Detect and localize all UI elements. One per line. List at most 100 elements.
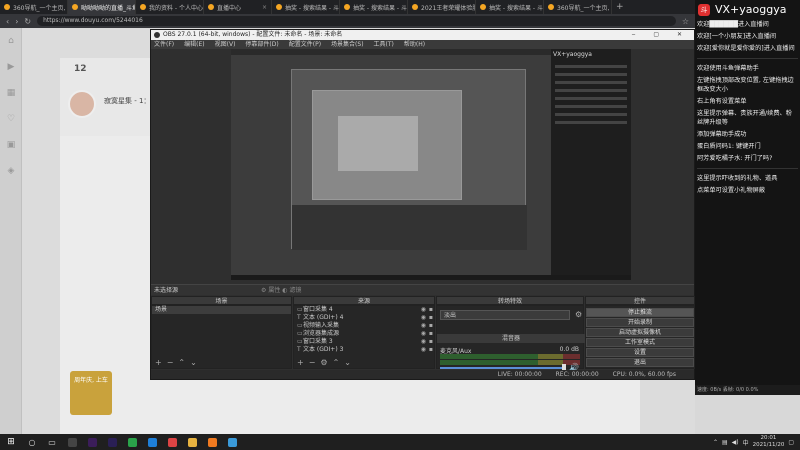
back-icon[interactable]: ‹: [6, 17, 9, 26]
star-icon[interactable]: ☆: [682, 17, 689, 26]
source-item[interactable]: ▭窗口采集 3 ◉ ▪: [294, 338, 434, 346]
forward-icon[interactable]: ›: [15, 17, 18, 26]
chevron-up-icon[interactable]: ⌃: [713, 439, 718, 446]
menu-item[interactable]: 文件(F): [154, 40, 174, 49]
folder-icon[interactable]: [184, 436, 200, 448]
avatar[interactable]: [68, 90, 96, 118]
transitions-dock: 淡出 ⚙ 混音器 麦克风/Aux 0.0 dB 🔊: [436, 305, 585, 372]
source-item[interactable]: ▭视频输入采集 ◉ ▪: [294, 322, 434, 330]
aftereffects-icon[interactable]: [104, 436, 120, 448]
promo-banner[interactable]: 周年庆, 上车: [70, 371, 112, 415]
clock[interactable]: 20:01 2021/11/20: [753, 435, 785, 449]
lock-icon[interactable]: ▪: [429, 330, 433, 338]
filters-button[interactable]: 滤镜: [289, 287, 301, 294]
menu-item[interactable]: 配置文件(P): [289, 40, 321, 49]
gear-icon[interactable]: ⚙: [575, 310, 582, 319]
douyu-logo-icon: 斗: [698, 4, 710, 16]
premiere-icon[interactable]: [84, 436, 100, 448]
properties-button[interactable]: 属性: [268, 287, 280, 294]
browser-tab[interactable]: 360导航_一个主页, 整个×: [544, 0, 612, 14]
menu-item[interactable]: 停靠部件(D): [245, 40, 278, 49]
eye-icon[interactable]: ◉: [421, 314, 426, 322]
lock-icon[interactable]: ▪: [429, 338, 433, 346]
network-icon[interactable]: ▤: [722, 439, 728, 446]
sidebar-item-follow[interactable]: ♡: [0, 106, 22, 132]
transition-select[interactable]: 淡出: [440, 310, 570, 320]
move-down-button[interactable]: ⌄: [344, 358, 351, 368]
tab-favicon-icon: [140, 4, 146, 10]
sidebar-item-game[interactable]: ◈: [0, 158, 22, 184]
move-up-button[interactable]: ⌃: [333, 358, 340, 368]
control-button[interactable]: 开始录制: [586, 318, 694, 327]
browser-tab[interactable]: 直播中心 ×: [204, 0, 272, 14]
eye-icon[interactable]: ◉: [421, 322, 426, 330]
browser-tab[interactable]: 抽奖 - 搜索结果 - 斗鱼直播×: [272, 0, 340, 14]
source-settings-button[interactable]: ⚙: [320, 358, 327, 368]
obs-icon[interactable]: [64, 436, 80, 448]
eye-icon[interactable]: ◉: [421, 346, 426, 354]
browser-tab[interactable]: 我的资料 - 个人中心 - 斗鱼×: [136, 0, 204, 14]
close-icon[interactable]: ×: [262, 4, 267, 11]
task-view-icon[interactable]: ▭: [44, 436, 60, 448]
lock-icon[interactable]: ▪: [429, 306, 433, 314]
tab-favicon-icon: [72, 4, 78, 10]
browser-tab[interactable]: 抽奖 - 搜索结果 - 斗鱼直播×: [476, 0, 544, 14]
source-item[interactable]: T 文本 (GDI+) 4 ◉ ▪: [294, 314, 434, 322]
new-tab-button[interactable]: +: [612, 0, 628, 14]
source-item[interactable]: ▭浏览器集成源 ◉ ▪: [294, 330, 434, 338]
window-controls[interactable]: ‒ ▢ ✕: [632, 30, 690, 40]
menu-item[interactable]: 工具(T): [374, 40, 394, 49]
search-icon[interactable]: ○: [24, 436, 40, 448]
menu-item[interactable]: 帮助(H): [404, 40, 425, 49]
menu-item[interactable]: 编辑(E): [184, 40, 204, 49]
control-button[interactable]: 工作室模式: [586, 338, 694, 347]
add-source-button[interactable]: +: [297, 358, 304, 368]
windows-start-icon[interactable]: ⊞: [0, 437, 22, 447]
control-button[interactable]: 退出: [586, 358, 694, 367]
browser-tab[interactable]: 呦呦呦呦的直播_斗鱼在×: [68, 0, 136, 14]
eye-icon[interactable]: ◉: [421, 306, 426, 314]
menu-item[interactable]: 场景集合(S): [331, 40, 364, 49]
move-down-button[interactable]: ⌄: [190, 358, 197, 368]
browser-tab[interactable]: 2021王者荣耀体验服×: [408, 0, 476, 14]
browser-tab[interactable]: 360导航_一个主页, 整个×: [0, 0, 68, 14]
sidebar-item-video[interactable]: ▣: [0, 132, 22, 158]
volume-slider[interactable]: [440, 367, 566, 369]
eye-icon[interactable]: ◉: [421, 338, 426, 346]
lock-icon[interactable]: ▪: [429, 314, 433, 322]
speaker-icon[interactable]: ◀): [732, 439, 739, 446]
gear-icon[interactable]: ⚙: [261, 287, 266, 294]
ime-icon[interactable]: 中: [743, 438, 749, 447]
remove-scene-button[interactable]: −: [167, 358, 174, 368]
reload-icon[interactable]: ↻: [24, 17, 31, 26]
scene-item[interactable]: 场景: [152, 306, 291, 314]
audio-meter: [440, 360, 580, 365]
source-item[interactable]: ▭窗口采集 4 ◉ ▪: [294, 306, 434, 314]
menu-item[interactable]: 视图(V): [215, 40, 236, 49]
remove-source-button[interactable]: −: [309, 358, 316, 368]
sidebar-item-live[interactable]: ▶: [0, 54, 22, 80]
obs-menu-bar: 文件(F) 编辑(E) 视图(V) 停靠部件(D) 配置文件(P) 场景集合(S) 工具(T…: [151, 40, 694, 49]
add-scene-button[interactable]: +: [155, 358, 162, 368]
douyu-icon[interactable]: [204, 436, 220, 448]
notification-icon[interactable]: ▢: [788, 439, 794, 446]
browser-tab[interactable]: 抽奖 - 搜索结果 - 斗鱼直播×: [340, 0, 408, 14]
move-up-button[interactable]: ⌃: [178, 358, 185, 368]
danmaku-message: 欢迎██████进入直播间: [697, 21, 769, 28]
sidebar-item-home[interactable]: ⌂: [0, 28, 22, 54]
control-button[interactable]: 设置: [586, 348, 694, 357]
url-input[interactable]: https://www.douyu.com/5244016: [37, 16, 676, 26]
control-button[interactable]: 停止推流: [586, 308, 694, 317]
source-item[interactable]: T 文本 (GDI+) 3 ◉ ▪: [294, 346, 434, 354]
browser-360-icon[interactable]: [124, 436, 140, 448]
obs-preview[interactable]: VX+yaoggya: [231, 49, 631, 280]
chrome-icon[interactable]: [164, 436, 180, 448]
lock-icon[interactable]: ▪: [429, 322, 433, 330]
eye-icon[interactable]: ◉: [421, 330, 426, 338]
lock-icon[interactable]: ▪: [429, 346, 433, 354]
control-button[interactable]: 启动虚拟摄像机: [586, 328, 694, 337]
sidebar-item-category[interactable]: ▦: [0, 80, 22, 106]
filter-icon[interactable]: ◐: [282, 287, 287, 294]
edge-icon[interactable]: [144, 436, 160, 448]
video-icon[interactable]: [224, 436, 240, 448]
